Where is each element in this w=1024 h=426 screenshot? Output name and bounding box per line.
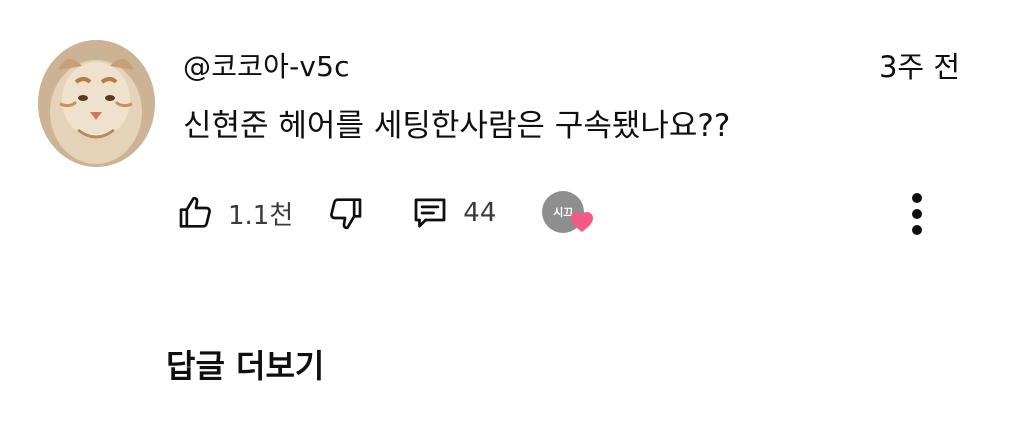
avatar[interactable] bbox=[38, 40, 155, 167]
thumbs-down-icon bbox=[330, 198, 362, 230]
more-options-button[interactable] bbox=[903, 190, 931, 238]
like-count: 1.1천 bbox=[228, 200, 294, 231]
thumbs-up-icon bbox=[179, 196, 211, 228]
creator-heart-badge: 시끄 bbox=[542, 191, 594, 235]
like-button[interactable]: 1.1천 bbox=[176, 193, 293, 233]
more-replies-button[interactable]: 답글 더보기 bbox=[166, 346, 324, 386]
comment-timestamp: 3주 전 bbox=[878, 50, 960, 84]
comment-actions: 1.1천 44 시끄 bbox=[176, 188, 594, 238]
dislike-button[interactable] bbox=[325, 193, 365, 233]
comment-author[interactable]: @코코아-v5c bbox=[183, 50, 350, 84]
tiger-avatar-icon bbox=[38, 40, 155, 167]
comment-text: 신현준 헤어를 세팅한사람은 구속됐나요?? bbox=[183, 108, 731, 144]
reply-button[interactable]: 44 bbox=[409, 192, 496, 234]
reply-count: 44 bbox=[463, 198, 497, 228]
more-vertical-icon bbox=[912, 193, 922, 235]
heart-icon bbox=[571, 212, 594, 232]
comment-thread: @코코아-v5c 3주 전 신현준 헤어를 세팅한사람은 구속됐나요?? 1.1… bbox=[0, 0, 1024, 426]
comment-icon bbox=[414, 198, 446, 228]
